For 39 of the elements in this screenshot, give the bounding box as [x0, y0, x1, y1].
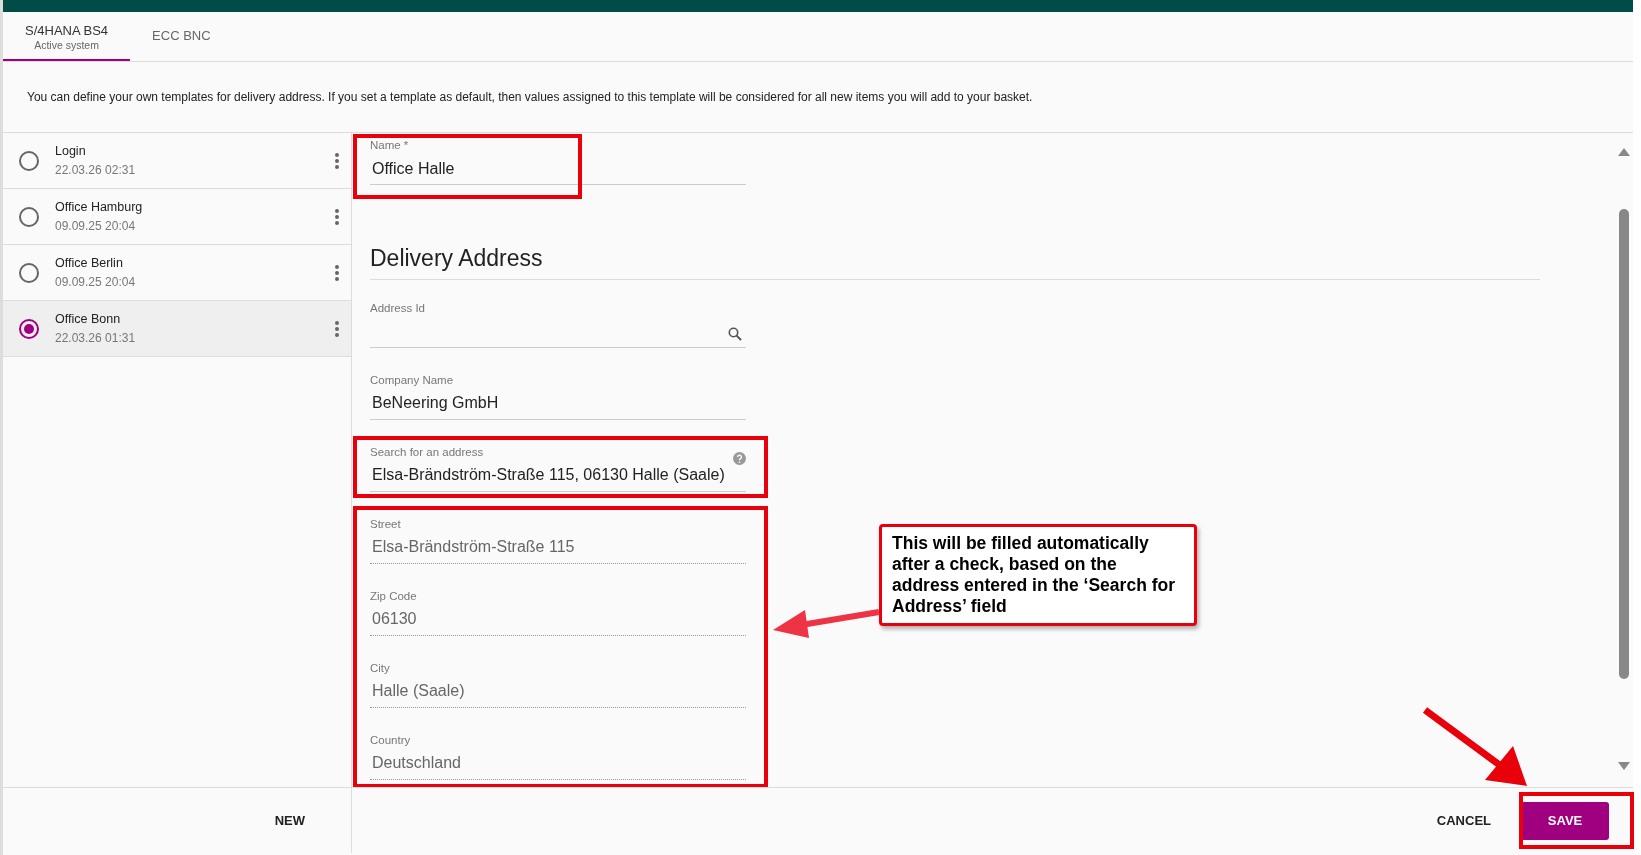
save-button[interactable]: SAVE [1521, 801, 1609, 840]
tab[interactable]: S/4HANA BS4 Active system [3, 12, 131, 61]
input-field[interactable]: Elsa-Brändström-Straße 115, 06130 Halle (Saale) [370, 459, 746, 492]
template-item[interactable]: Office Bonn 22.03.26 01:31 [3, 301, 351, 357]
field-label: Company Name [370, 372, 454, 388]
radio-button[interactable] [19, 262, 39, 283]
field-label: Address Id [370, 300, 425, 316]
template-date: 22.03.26 02:31 [55, 161, 136, 179]
input-field[interactable]: Deutschland [370, 747, 746, 780]
field-label: Zip Code [370, 588, 417, 604]
input-field[interactable]: 06130 [370, 603, 746, 636]
template-date: 09.09.25 20:04 [55, 217, 137, 235]
tab[interactable]: ECC BNC [130, 12, 233, 61]
section-title: Delivery Address [370, 245, 1540, 280]
radio-button[interactable] [19, 206, 39, 227]
input-field[interactable]: Office Halle [370, 153, 746, 185]
scrollbar-thumb[interactable] [1619, 209, 1629, 679]
new-button[interactable]: NEW [268, 809, 311, 832]
radio-button[interactable] [19, 318, 39, 339]
template-item[interactable]: Office Hamburg 09.09.25 20:04 [3, 189, 351, 245]
description-text: You can define your own templates for delivery address. If you set a template as default, then values assigned to this template will be considered for all new items you will add to your basket. [27, 89, 1033, 106]
template-name: Login [55, 143, 87, 161]
template-name: Office Bonn [55, 311, 122, 329]
field-label: Name * [370, 138, 409, 153]
field-label: City [370, 660, 390, 676]
template-date: 22.03.26 01:31 [55, 329, 136, 347]
field-label: Search for an address [370, 444, 484, 460]
template-name: Office Hamburg [55, 199, 143, 217]
field-label: Street [370, 516, 401, 532]
cancel-button[interactable]: CANCEL [1430, 809, 1497, 832]
field-label: Country [370, 732, 411, 748]
template-name: Office Berlin [55, 255, 124, 273]
template-item[interactable]: Login 22.03.26 02:31 [3, 133, 351, 189]
input-field[interactable]: Halle (Saale) [370, 675, 746, 708]
radio-button[interactable] [19, 150, 39, 171]
callout-text: This will be filled automatically after a check, based on the address entered in the ‘Search for Address’ field [879, 524, 1197, 626]
input-field[interactable]: BeNeering GmbH [370, 387, 746, 420]
template-date: 09.09.25 20:04 [55, 273, 136, 291]
input-field[interactable]: Elsa-Brändström-Straße 115 [370, 531, 746, 564]
